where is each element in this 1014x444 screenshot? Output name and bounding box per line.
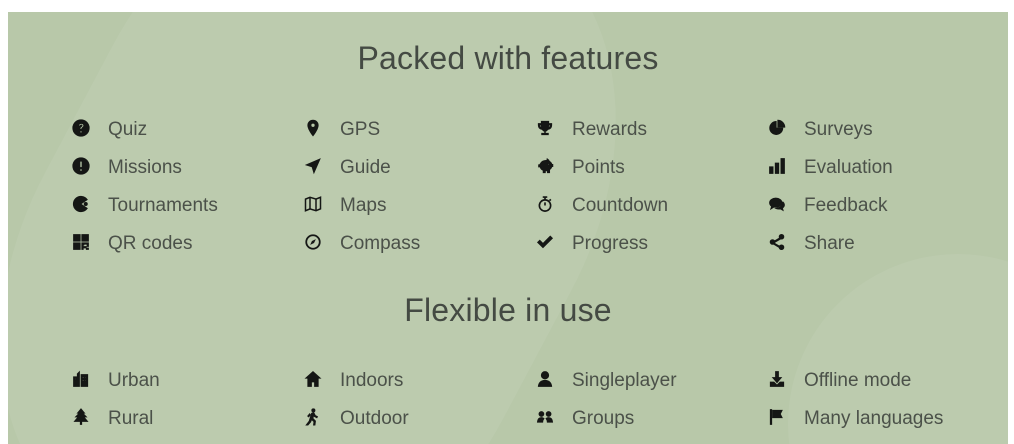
- packed-with-features-heading: Packed with features: [357, 40, 659, 76]
- map-icon: [304, 195, 322, 213]
- question-circle-icon: [72, 119, 90, 137]
- piggy-bank-icon: [536, 157, 554, 175]
- feature-surveys: Surveys: [768, 113, 1000, 143]
- location-arrow-icon: [304, 157, 322, 175]
- feature-maps: Maps: [304, 189, 536, 219]
- feature-label: Surveys: [804, 118, 873, 140]
- feature-share: Share: [768, 227, 1000, 257]
- feature-label: Feedback: [804, 194, 888, 216]
- trophy-icon: [536, 119, 554, 137]
- usage-outdoor: Outdoor: [304, 402, 536, 432]
- feature-points: Points: [536, 151, 768, 181]
- feature-label: Countdown: [572, 194, 669, 216]
- share-alt-icon: [768, 233, 786, 251]
- feature-tournaments: Tournaments: [72, 189, 304, 219]
- usage-label: Rural: [108, 407, 154, 429]
- bar-chart-icon: [768, 157, 786, 175]
- feature-gps: GPS: [304, 113, 536, 143]
- walking-icon: [304, 408, 322, 426]
- features-panel: Packed with features Quiz GPS Rewards Su…: [8, 12, 1008, 444]
- feature-progress: Progress: [536, 227, 768, 257]
- feature-countdown: Countdown: [536, 189, 768, 219]
- feature-label: Rewards: [572, 118, 647, 140]
- feature-label: Maps: [340, 194, 387, 216]
- home-icon: [304, 370, 322, 388]
- feature-rewards: Rewards: [536, 113, 768, 143]
- exclamation-circle-icon: [72, 157, 90, 175]
- comments-icon: [768, 195, 786, 213]
- feature-label: GPS: [340, 118, 381, 140]
- usage-offline-mode: Offline mode: [768, 364, 1000, 394]
- feature-label: Compass: [340, 232, 421, 254]
- user-icon: [536, 370, 554, 388]
- usage-label: Offline mode: [804, 369, 912, 391]
- feature-quiz: Quiz: [72, 113, 304, 143]
- qrcode-icon: [72, 233, 90, 251]
- usage-singleplayer: Singleplayer: [536, 364, 768, 394]
- feature-missions: Missions: [72, 151, 304, 181]
- feature-label: Share: [804, 232, 855, 254]
- feature-label: Points: [572, 156, 625, 178]
- feature-label: Quiz: [108, 118, 148, 140]
- feature-evaluation: Evaluation: [768, 151, 1000, 181]
- tree-icon: [72, 408, 90, 426]
- stopwatch-icon: [536, 195, 554, 213]
- city-icon: [72, 370, 90, 388]
- usage-groups: Groups: [536, 402, 768, 432]
- map-marker-icon: [304, 119, 322, 137]
- usage-label: Outdoor: [340, 407, 409, 429]
- feature-feedback: Feedback: [768, 189, 1000, 219]
- usage-label: Many languages: [804, 407, 944, 429]
- usage-label: Urban: [108, 369, 160, 391]
- usage-label: Singleplayer: [572, 369, 677, 391]
- feature-label: Missions: [108, 156, 182, 178]
- users-icon: [536, 408, 554, 426]
- feature-label: Guide: [340, 156, 391, 178]
- usage-label: Groups: [572, 407, 635, 429]
- feature-guide: Guide: [304, 151, 536, 181]
- feature-label: QR codes: [108, 232, 193, 254]
- usage-urban: Urban: [72, 364, 304, 394]
- usage-many-languages: Many languages: [768, 402, 1000, 432]
- feature-compass: Compass: [304, 227, 536, 257]
- usage-rural: Rural: [72, 402, 304, 432]
- pie-chart-icon: [768, 119, 786, 137]
- download-icon: [768, 370, 786, 388]
- check-icon: [536, 233, 554, 251]
- pacman-icon: [72, 195, 90, 213]
- compass-icon: [304, 233, 322, 251]
- feature-qr-codes: QR codes: [72, 227, 304, 257]
- usage-indoors: Indoors: [304, 364, 536, 394]
- features-grid: Quiz GPS Rewards Surveys Missions Guide …: [72, 113, 992, 257]
- usage-grid: Urban Indoors Singleplayer Offline mode: [72, 364, 992, 432]
- feature-label: Tournaments: [108, 194, 218, 216]
- feature-label: Evaluation: [804, 156, 893, 178]
- usage-label: Indoors: [340, 369, 404, 391]
- flag-icon: [768, 408, 786, 426]
- feature-label: Progress: [572, 232, 649, 254]
- flexible-in-use-heading: Flexible in use: [404, 292, 612, 328]
